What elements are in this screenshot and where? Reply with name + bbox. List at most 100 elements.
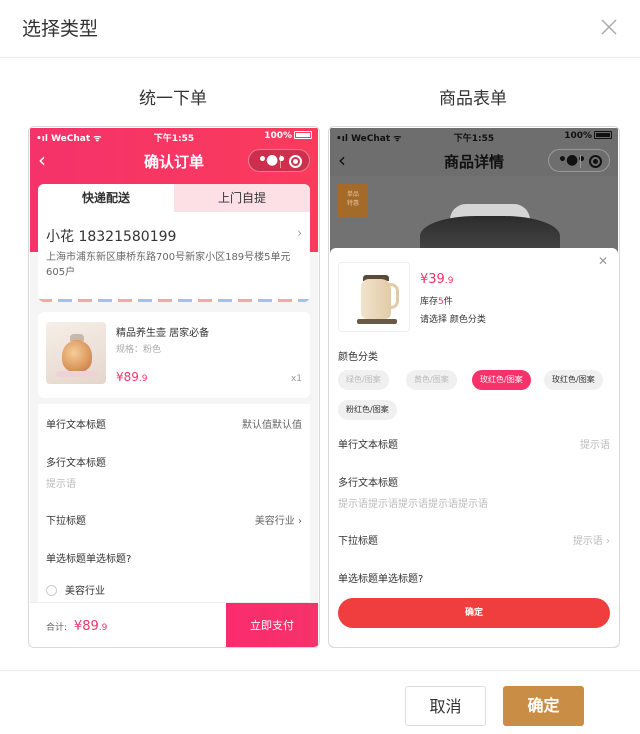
airmail-border: [38, 299, 310, 302]
total-amount: ¥89.9: [74, 619, 107, 634]
product-image: [46, 322, 106, 384]
form-radio-option: 美容行业: [46, 582, 302, 597]
form-label: 单行文本标题: [338, 440, 398, 451]
nav-bar: ‹ 确认订单 •●•: [30, 146, 318, 176]
address-name-phone: 小花 18321580199: [46, 229, 177, 245]
cancel-button[interactable]: 取消: [405, 686, 486, 726]
sku-kettle-handle: [387, 283, 399, 309]
battery-icon: [294, 131, 312, 139]
form-value: 美容行业 ›: [254, 516, 302, 527]
form-label: 多行文本标题: [46, 458, 106, 469]
miniprogram-capsule: •●•: [548, 149, 610, 172]
color-chip-selected: 玫红色/图案: [472, 370, 531, 390]
battery-text: 100%: [564, 131, 592, 141]
dialog-header: 选择类型: [0, 0, 640, 58]
price-dec: .9: [138, 374, 148, 384]
more-icon: •●•: [558, 152, 586, 168]
capsule-divider: [580, 155, 581, 168]
pay-now-button: 立即支付: [226, 603, 318, 647]
delivery-tabs: 上门自提 快递配送: [38, 184, 310, 212]
form-label: 多行文本标题: [338, 478, 398, 489]
color-chip: 绿色/图案: [338, 370, 389, 390]
pay-bar: 合计: ¥89.9 立即支付: [30, 602, 318, 647]
chevron-right-icon: ›: [297, 226, 302, 240]
amount-dec: .9: [98, 623, 108, 633]
color-chip: 粉红色/图案: [338, 400, 397, 420]
phone-preview-product: 单品 特惠 •ıl WeChat ᯤ 下午1:55 100% ‹ 商品详情 •●•: [330, 128, 618, 647]
battery-status: 100%: [264, 131, 312, 141]
kettle-base: [56, 371, 98, 377]
amount-symbol: ¥: [73, 619, 83, 634]
price-int: 89: [123, 370, 139, 384]
product-price: ¥89.9: [116, 370, 148, 384]
form-row-single-text: 单行文本标题 提示语: [338, 436, 610, 451]
sheet-close-icon: ✕: [597, 254, 608, 268]
product-card: 精品养生壶 居家必备 规格：粉色 ¥89.9 x1: [38, 312, 310, 398]
kettle-body: [62, 340, 92, 372]
address-detail: 上海市浦东新区康桥东路700号新家小区189号楼5单元605户: [46, 252, 291, 278]
form-row-single-text: 单行文本标题 默认值默认值: [46, 416, 302, 431]
form-label: 下拉标题: [338, 536, 378, 547]
form-label: 单选标题单选标题?: [46, 554, 132, 565]
price-dec: .9: [444, 276, 454, 286]
pay-total: 合计: ¥89.9: [46, 619, 107, 634]
form-label: 单行文本标题: [46, 420, 106, 431]
form-hint: 提示语 ›: [572, 536, 610, 547]
form-row-multi-text: 多行文本标题 提示语提示语提示语提示语提示语: [338, 474, 610, 510]
color-label: 颜色分类: [338, 352, 378, 363]
sku-confirm-button: 确定: [338, 598, 610, 628]
close-icon[interactable]: [598, 16, 620, 38]
miniprogram-capsule: •●•: [248, 149, 310, 172]
battery-status: 100%: [564, 131, 612, 141]
sku-price: ¥39.9: [420, 272, 453, 287]
option-title-product-form: 商品表单: [439, 89, 507, 109]
confirm-button[interactable]: 确定: [503, 686, 584, 726]
total-label: 合计:: [46, 623, 68, 633]
product-qty: x1: [290, 374, 302, 384]
sku-sheet: ✕ ¥39.9 库存5件 请选择 颜色分类 颜色分类 绿色/图案 黄色/图案 玫…: [330, 248, 618, 647]
address-card: 上门自提 快递配送 小花 18321580199 › 上海市浦东新区康桥东路70…: [38, 184, 310, 302]
more-icon: •●•: [258, 152, 286, 168]
color-chip: 玫红色/图案: [544, 370, 603, 390]
phone-preview-order: •ıl WeChat ᯤ 下午1:55 100% ‹ 确认订单 •●• 上门自提…: [30, 128, 318, 647]
product-spec: 规格：粉色: [116, 345, 162, 355]
option-title-unified-order: 统一下单: [139, 89, 207, 109]
promo-ribbon: 单品 特惠: [338, 184, 368, 218]
close-target-icon: [589, 155, 602, 168]
status-bar: •ıl WeChat ᯤ 下午1:55 100%: [30, 128, 318, 144]
sku-stock: 库存5件: [420, 294, 453, 307]
color-chip: 黄色/图案: [406, 370, 457, 390]
dialog-title: 选择类型: [22, 18, 99, 40]
form-hint: 提示语提示语提示语提示语提示语: [338, 499, 488, 510]
sku-image: [338, 262, 410, 332]
stock-prefix: 库存: [420, 297, 439, 307]
form-label: 单选标题单选标题?: [338, 574, 424, 585]
form-hint: 提示语: [580, 440, 610, 451]
option-card-product-form[interactable]: 单品 特惠 •ıl WeChat ᯤ 下午1:55 100% ‹ 商品详情 •●•: [328, 126, 620, 648]
price-symbol: ¥: [116, 370, 124, 384]
price-int: 39: [428, 272, 445, 287]
amount-int: 89: [82, 619, 99, 634]
order-form: 单行文本标题 默认值默认值 多行文本标题 提示语 下拉标题 美容行业 › 单选标…: [38, 404, 310, 614]
form-row-radio-title: 单选标题单选标题?: [338, 570, 610, 585]
close-target-icon: [289, 155, 302, 168]
footer-divider: [0, 670, 640, 671]
form-row-dropdown: 下拉标题 美容行业 ›: [46, 512, 302, 527]
product-name: 精品养生壶 居家必备: [116, 328, 210, 339]
form-hint: 提示语: [46, 479, 76, 490]
product-hero-image: 单品 特惠: [330, 176, 618, 266]
nav-bar: ‹ 商品详情 •●•: [330, 146, 618, 176]
form-row-dropdown: 下拉标题 提示语 ›: [338, 532, 610, 547]
battery-icon: [594, 131, 612, 139]
status-bar: •ıl WeChat ᯤ 下午1:55 100%: [330, 128, 618, 144]
select-type-dialog: 选择类型 统一下单 商品表单 •ıl WeChat ᯤ 下午1:55 100% …: [0, 0, 640, 734]
radio-label: 美容行业: [65, 586, 105, 597]
battery-text: 100%: [264, 131, 292, 141]
tab-pickup: 上门自提: [174, 184, 310, 212]
form-row-multi-text: 多行文本标题 提示语: [46, 454, 302, 490]
form-value: 默认值默认值: [242, 420, 302, 431]
sku-select-text: 请选择 颜色分类: [420, 315, 486, 325]
option-card-unified-order[interactable]: •ıl WeChat ᯤ 下午1:55 100% ‹ 确认订单 •●• 上门自提…: [28, 126, 320, 648]
sku-kettle-base: [357, 319, 397, 324]
radio-icon: [46, 585, 57, 596]
